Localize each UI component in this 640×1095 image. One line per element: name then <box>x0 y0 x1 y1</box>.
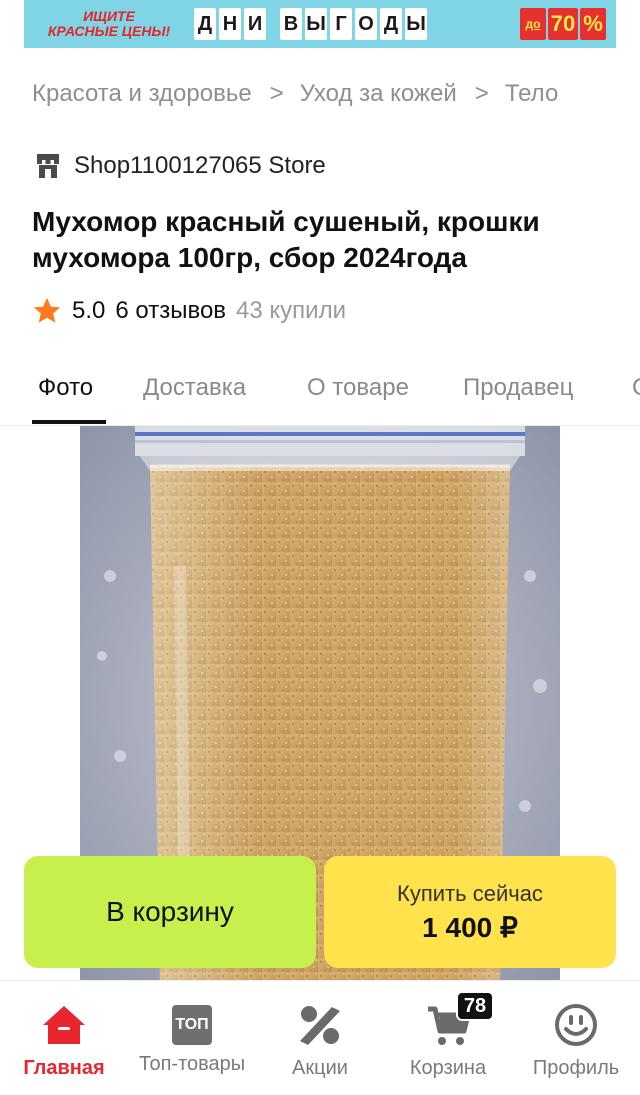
top-icon-text: ТОП <box>175 1016 209 1033</box>
star-icon <box>33 297 61 323</box>
rating-score: 5.0 <box>72 297 106 324</box>
product-title: Мухомор красный сушеный, крошки мухомора… <box>32 206 540 273</box>
promo-discount: до 70 % <box>520 8 606 40</box>
percent-icon <box>300 1006 340 1045</box>
promo-discount-prefix: до <box>520 8 546 40</box>
tab-more[interactable]: С <box>632 374 640 402</box>
nav-home[interactable]: Главная <box>0 981 128 1095</box>
promo-letter: Д <box>194 8 216 40</box>
buy-now-button[interactable]: Купить сейчас 1 400 ₽ <box>324 856 616 968</box>
promo-discount-value: 70 <box>548 8 578 40</box>
product-page: ИЩИТЕ КРАСНЫЕ ЦЕНЫ! Д Н И В Ы Г О Д Ы до… <box>0 0 640 1095</box>
nav-home-label: Главная <box>23 1057 105 1079</box>
chevron-right-icon: > <box>269 80 284 107</box>
home-icon <box>43 1006 85 1044</box>
nav-cart[interactable]: 78 Корзина <box>384 981 512 1095</box>
promo-letter: О <box>355 8 377 40</box>
breadcrumb-item[interactable]: Красота и здоровье <box>32 80 252 108</box>
breadcrumb-item[interactable]: Уход за кожей <box>300 80 457 108</box>
bottom-nav: Главная ТОП Топ-товары Акции 78 Корзина … <box>0 980 640 1095</box>
tab-seller[interactable]: Продавец <box>463 374 573 402</box>
promo-letter-gap <box>269 8 277 40</box>
product-tabs: Фото Доставка О товаре Продавец С <box>0 356 640 426</box>
promo-letter: Д <box>380 8 402 40</box>
cart-badge: 78 <box>456 991 494 1021</box>
buy-now-label: Купить сейчас <box>397 880 543 906</box>
add-to-cart-button[interactable]: В корзину <box>24 856 316 968</box>
tab-photo[interactable]: Фото <box>38 374 93 402</box>
store-icon <box>37 154 59 178</box>
product-price: 1 400 ₽ <box>422 911 518 943</box>
nav-profile[interactable]: Профиль <box>512 981 640 1095</box>
promo-banner[interactable]: ИЩИТЕ КРАСНЫЕ ЦЕНЫ! Д Н И В Ы Г О Д Ы до… <box>24 0 616 48</box>
promo-letter: Ы <box>305 8 327 40</box>
breadcrumb: Красота и здоровье > Уход за кожей > Тел… <box>32 80 558 108</box>
nav-profile-label: Профиль <box>532 1057 620 1079</box>
promo-discount-sign: % <box>580 8 606 40</box>
promo-slogan: ИЩИТЕ КРАСНЫЕ ЦЕНЫ! <box>34 9 184 39</box>
chevron-right-icon: > <box>474 80 489 107</box>
promo-title: Д Н И В Ы Г О Д Ы <box>194 8 427 40</box>
nav-deals-label: Акции <box>292 1057 348 1079</box>
nav-top[interactable]: ТОП Топ-товары <box>128 981 256 1095</box>
store-link[interactable]: Shop1100127065 Store <box>36 152 326 180</box>
breadcrumb-item[interactable]: Тело <box>505 80 558 108</box>
promo-slogan-line1: ИЩИТЕ <box>83 8 135 24</box>
store-name: Shop1100127065 Store <box>74 152 326 179</box>
promo-slogan-line2: КРАСНЫЕ ЦЕНЫ! <box>47 23 171 39</box>
tab-about[interactable]: О товаре <box>307 374 409 402</box>
tab-delivery[interactable]: Доставка <box>143 374 246 402</box>
nav-cart-label: Корзина <box>409 1057 487 1079</box>
bought-count: 43 купили <box>236 297 346 324</box>
rating-row[interactable]: 5.0 6 отзывов 43 купили <box>32 296 346 326</box>
promo-letter: Н <box>219 8 241 40</box>
promo-letter: В <box>280 8 302 40</box>
reviews-count[interactable]: 6 отзывов <box>115 297 226 325</box>
tab-active-indicator <box>32 420 106 424</box>
promo-letter: Г <box>330 8 352 40</box>
cart-icon-wrap: 78 <box>424 991 494 1049</box>
nav-top-label: Топ-товары <box>138 1053 246 1075</box>
nav-deals[interactable]: Акции <box>256 981 384 1095</box>
profile-icon <box>555 1004 597 1046</box>
promo-letter: Ы <box>405 8 427 40</box>
top-icon: ТОП <box>172 1005 212 1045</box>
promo-letter: И <box>244 8 266 40</box>
